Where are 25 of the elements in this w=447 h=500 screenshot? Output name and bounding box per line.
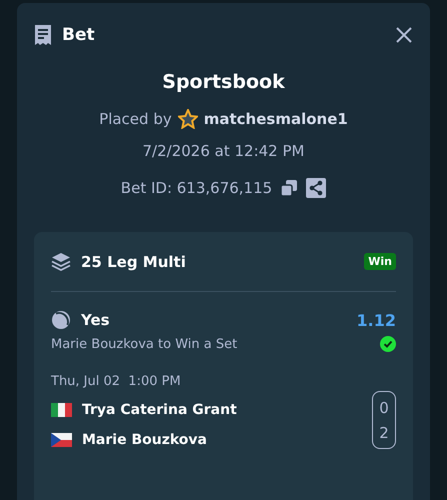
receipt-icon — [34, 25, 52, 45]
close-icon[interactable] — [395, 26, 413, 44]
market-name: Marie Bouzkova to Win a Set — [51, 336, 238, 352]
tennis-ball-icon — [51, 310, 71, 330]
score: 0 — [379, 398, 389, 416]
star-icon — [178, 109, 198, 129]
flag-icon — [51, 433, 72, 447]
player-name: Marie Bouzkova — [82, 432, 207, 448]
share-icon[interactable] — [306, 178, 326, 198]
selection: Yes — [81, 311, 111, 329]
odds: 1.12 — [356, 310, 396, 330]
modal-title: Bet — [62, 25, 96, 45]
placed-by-label: Placed by — [99, 110, 172, 128]
score: 2 — [379, 424, 389, 442]
status-badge: Win — [364, 253, 396, 270]
event-start-time: Thu, Jul 02 1:00 PM — [51, 374, 182, 389]
username-link[interactable]: matchesmalone1 — [204, 110, 348, 128]
copy-icon[interactable] — [280, 179, 298, 197]
sportsbook-title: Sportsbook — [162, 71, 285, 93]
bet-id: Bet ID: 613,676,115 — [120, 179, 272, 197]
bet-datetime: 7/2/2026 at 12:42 PM — [142, 142, 304, 162]
layers-icon — [51, 252, 71, 272]
flag-icon — [51, 403, 72, 417]
player-name: Trya Caterina Grant — [82, 402, 237, 418]
bet-type: 25 Leg Multi — [81, 252, 187, 270]
